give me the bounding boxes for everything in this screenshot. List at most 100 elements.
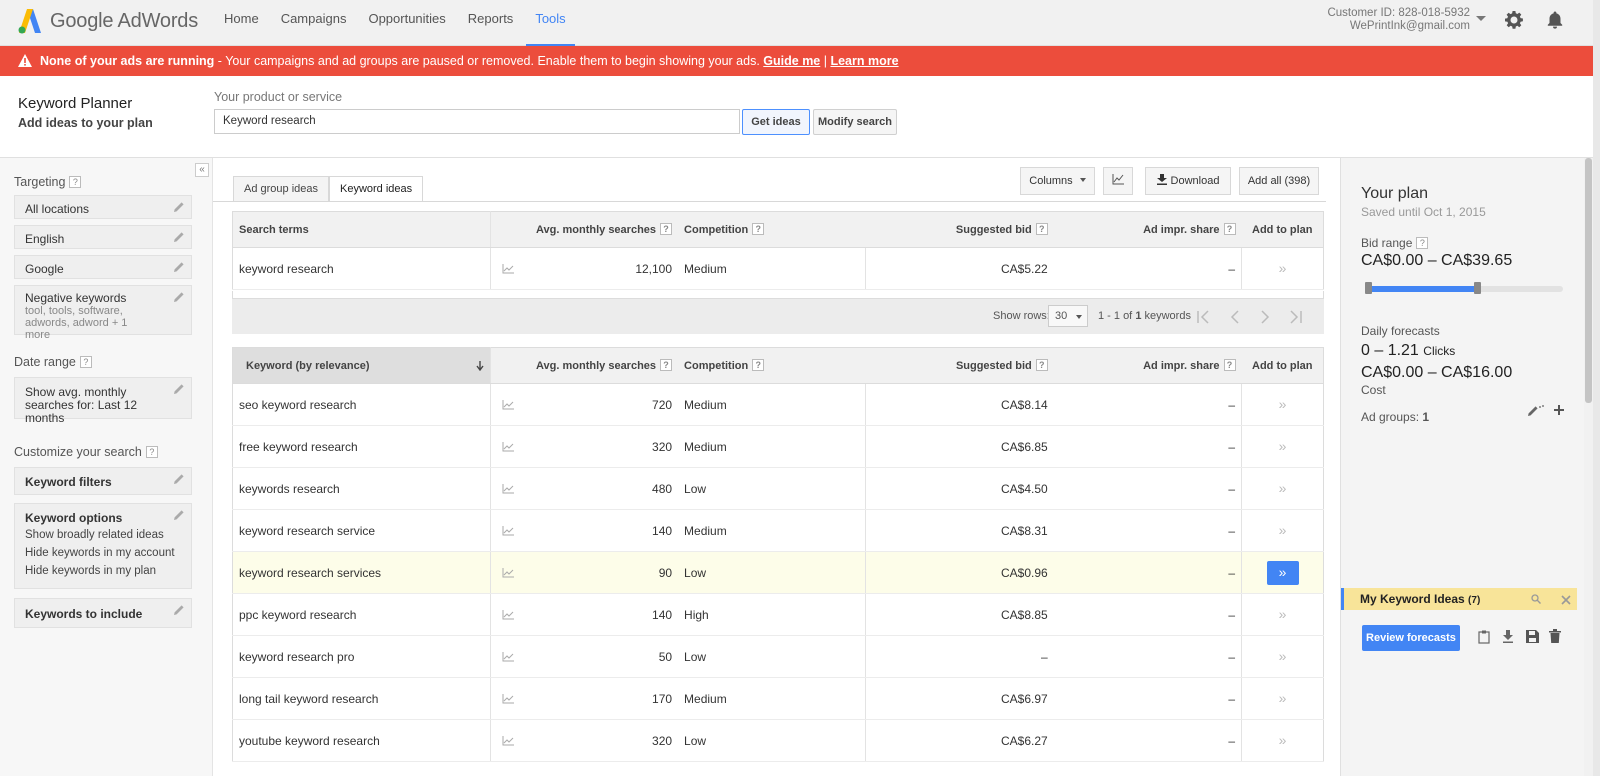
help-icon[interactable]: ?	[1416, 237, 1429, 249]
add-to-plan-button[interactable]: »	[1267, 477, 1299, 501]
col-search-terms[interactable]: Search terms	[232, 211, 491, 248]
help-icon[interactable]: ?	[660, 359, 673, 371]
target-network[interactable]: Google	[14, 255, 192, 279]
collapse-sidebar-button[interactable]: «	[195, 163, 209, 177]
target-locations[interactable]: All locations	[14, 195, 192, 219]
add-to-plan-button[interactable]: »	[1267, 257, 1299, 281]
negative-keywords[interactable]: Negative keywords tool, tools, software,…	[14, 285, 192, 341]
trend-chart-icon[interactable]	[502, 526, 514, 536]
edit-ad-groups-icon[interactable]	[1527, 405, 1545, 417]
add-to-plan-button[interactable]: »	[1267, 519, 1299, 543]
add-to-plan-button[interactable]: »	[1266, 560, 1299, 585]
next-page-icon[interactable]	[1258, 310, 1272, 324]
add-to-plan-button[interactable]: »	[1267, 687, 1299, 711]
help-icon[interactable]: ?	[79, 356, 92, 368]
trend-chart-icon[interactable]	[502, 264, 514, 274]
nav-opportunities[interactable]: Opportunities	[359, 0, 454, 46]
trend-chart-icon[interactable]	[502, 484, 514, 494]
pencil-icon[interactable]	[173, 509, 185, 521]
search-icon[interactable]	[1531, 594, 1541, 604]
col-avg-monthly[interactable]: Avg. monthly searches?	[490, 211, 679, 248]
clipboard-icon[interactable]	[1478, 630, 1490, 644]
add-to-plan-button[interactable]: »	[1267, 393, 1299, 417]
help-icon[interactable]: ?	[752, 359, 765, 371]
help-icon[interactable]: ?	[660, 223, 673, 235]
pencil-icon[interactable]	[173, 261, 185, 273]
pencil-icon[interactable]	[173, 291, 185, 303]
keyword-filters[interactable]: Keyword filters	[14, 467, 192, 495]
col-avg-monthly[interactable]: Avg. monthly searches?	[490, 347, 679, 384]
trash-icon[interactable]	[1549, 629, 1561, 643]
trend-chart-icon[interactable]	[502, 694, 514, 704]
pencil-icon[interactable]	[173, 473, 185, 485]
pencil-icon[interactable]	[173, 231, 185, 243]
col-keyword-relevance[interactable]: Keyword (by relevance)	[232, 347, 491, 384]
pencil-icon[interactable]	[173, 383, 185, 395]
panel-scrollbar-thumb[interactable]	[1585, 158, 1592, 403]
help-icon[interactable]: ?	[145, 446, 158, 458]
trend-chart-icon[interactable]	[502, 400, 514, 410]
keywords-to-include[interactable]: Keywords to include	[14, 598, 192, 628]
notifications-bell-icon[interactable]	[1545, 10, 1565, 30]
help-icon[interactable]: ?	[1035, 359, 1048, 371]
product-input[interactable]: Keyword research	[214, 109, 740, 134]
trend-chart-icon[interactable]	[502, 610, 514, 620]
help-icon[interactable]: ?	[1223, 359, 1236, 371]
col-impr-share[interactable]: Ad impr. share?	[1053, 211, 1242, 248]
gear-icon[interactable]	[1504, 10, 1524, 30]
account-dropdown-icon[interactable]	[1476, 16, 1486, 21]
col-competition[interactable]: Competition?	[678, 347, 866, 384]
col-impr-share[interactable]: Ad impr. share?	[1053, 347, 1242, 384]
chart-toggle-button[interactable]	[1103, 167, 1133, 195]
get-ideas-button[interactable]: Get ideas	[742, 109, 810, 135]
first-page-icon[interactable]	[1196, 310, 1210, 324]
modify-search-button[interactable]: Modify search	[813, 109, 897, 135]
bid-range-slider[interactable]	[1365, 282, 1563, 294]
slider-max-handle[interactable]	[1473, 282, 1481, 294]
col-suggested-bid[interactable]: Suggested bid?	[865, 211, 1054, 248]
help-icon[interactable]: ?	[69, 176, 82, 188]
add-to-plan-button[interactable]: »	[1267, 603, 1299, 627]
nav-tools[interactable]: Tools	[526, 0, 576, 47]
adwords-logo[interactable]: Google AdWords	[18, 6, 198, 36]
keyword-options[interactable]: Keyword options Show broadly related ide…	[14, 503, 192, 589]
trend-chart-icon[interactable]	[502, 442, 514, 452]
pencil-icon[interactable]	[173, 604, 185, 616]
ad-group-item[interactable]: My Keyword Ideas (7)	[1341, 588, 1577, 610]
tab-keyword-ideas[interactable]: Keyword ideas	[329, 176, 424, 202]
rows-select[interactable]: 30	[1048, 305, 1088, 327]
trend-chart-icon[interactable]	[502, 568, 514, 578]
nav-campaigns[interactable]: Campaigns	[272, 0, 356, 46]
account-info[interactable]: Customer ID: 828-018-5932 WePrintInk@gma…	[1327, 7, 1470, 33]
tab-ad-group-ideas[interactable]: Ad group ideas	[233, 176, 329, 202]
guide-me-link[interactable]: Guide me	[763, 54, 820, 68]
trend-chart-icon[interactable]	[502, 652, 514, 662]
last-page-icon[interactable]	[1289, 310, 1303, 324]
save-icon[interactable]	[1526, 630, 1539, 643]
add-to-plan-button[interactable]: »	[1267, 645, 1299, 669]
pencil-icon[interactable]	[173, 201, 185, 213]
help-icon[interactable]: ?	[1035, 223, 1048, 235]
learn-more-link[interactable]: Learn more	[830, 54, 898, 68]
add-to-plan-button[interactable]: »	[1267, 729, 1299, 753]
page-scrollbar[interactable]	[1593, 0, 1600, 776]
target-language[interactable]: English	[14, 225, 192, 249]
download-icon[interactable]	[1502, 630, 1514, 643]
prev-page-icon[interactable]	[1228, 310, 1242, 324]
date-range-box[interactable]: Show avg. monthly searches for: Last 12 …	[14, 377, 192, 425]
close-icon[interactable]	[1561, 595, 1571, 605]
nav-reports[interactable]: Reports	[459, 0, 523, 46]
trend-chart-icon[interactable]	[502, 736, 514, 746]
review-forecasts-button[interactable]: Review forecasts	[1362, 625, 1460, 651]
nav-home[interactable]: Home	[215, 0, 268, 46]
add-to-plan-button[interactable]: »	[1267, 435, 1299, 459]
download-button[interactable]: Download	[1145, 167, 1231, 195]
slider-min-handle[interactable]	[1365, 282, 1372, 294]
add-all-button[interactable]: Add all (398)	[1239, 167, 1319, 195]
help-icon[interactable]: ?	[1223, 223, 1236, 235]
col-suggested-bid[interactable]: Suggested bid?	[865, 347, 1054, 384]
help-icon[interactable]: ?	[752, 223, 765, 235]
col-competition[interactable]: Competition?	[678, 211, 866, 248]
add-ad-group-icon[interactable]	[1554, 405, 1564, 415]
columns-button[interactable]: Columns	[1020, 167, 1095, 195]
